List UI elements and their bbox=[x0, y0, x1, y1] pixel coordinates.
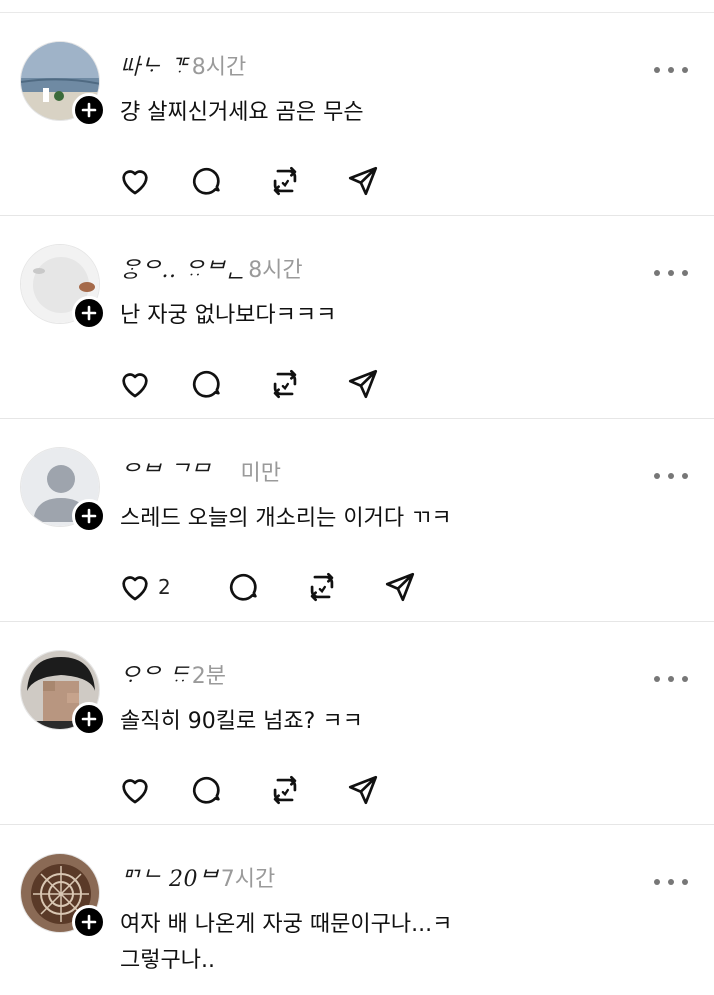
action-bar bbox=[118, 364, 424, 404]
more-options-icon[interactable] bbox=[654, 268, 688, 278]
avatar-container[interactable] bbox=[20, 650, 106, 736]
reply-post[interactable]: ᄋᆞᄋ ᄃᆢ 2분 솔직히 90킬로 넘죠? ㅋㅋ bbox=[0, 622, 714, 825]
post-text: 솔직히 90킬로 넘죠? ㅋㅋ bbox=[120, 709, 363, 734]
post-header: ᄆᄀᄂ 20ᄇ 7시간 bbox=[120, 861, 275, 895]
post-header: ᄋᆞᄋ ᄃᆢ 2분 bbox=[120, 658, 226, 692]
share-button[interactable] bbox=[346, 366, 380, 402]
avatar-container[interactable] bbox=[20, 244, 106, 330]
timestamp: 7시간 bbox=[220, 867, 276, 892]
send-icon bbox=[348, 369, 378, 399]
share-button[interactable] bbox=[346, 772, 380, 808]
plus-icon bbox=[81, 711, 97, 727]
heart-icon bbox=[122, 576, 148, 601]
like-button[interactable]: 2 bbox=[118, 569, 171, 605]
reply-button[interactable] bbox=[190, 772, 224, 808]
comment-bubble-icon bbox=[192, 167, 220, 195]
timestamp: 8시간 bbox=[248, 258, 303, 283]
repost-button[interactable] bbox=[305, 569, 339, 605]
send-icon bbox=[348, 166, 378, 196]
reply-post[interactable]: ᄋᄇ ᄀᄆ 미만 스레드 오늘의 개소리는 이거다 ㄲㅋ 2 bbox=[0, 419, 714, 622]
username[interactable]: ᄆᄀᄂ 20ᄇ bbox=[120, 861, 219, 893]
repost-button[interactable] bbox=[268, 366, 302, 402]
avatar-container[interactable] bbox=[20, 853, 106, 939]
repost-icon bbox=[310, 572, 333, 602]
heart-icon bbox=[122, 779, 148, 804]
post-text: 스레드 오늘의 개소리는 이거다 ㄲㅋ bbox=[120, 506, 452, 531]
more-options-icon[interactable] bbox=[654, 65, 688, 75]
avatar-container[interactable] bbox=[20, 447, 106, 533]
reply-button[interactable] bbox=[190, 366, 224, 402]
reply-button[interactable] bbox=[227, 569, 261, 605]
username[interactable]: ᄋᆞᆼᄋ.. ᄋᆢᄇᆫ bbox=[120, 252, 246, 284]
repost-icon bbox=[273, 166, 297, 196]
like-button[interactable] bbox=[118, 772, 148, 808]
more-options-icon[interactable] bbox=[654, 471, 688, 481]
post-header: ᄋᄇ ᄀᄆ 미만 bbox=[120, 455, 281, 489]
like-count: 2 bbox=[158, 575, 171, 599]
follow-add-button[interactable] bbox=[72, 296, 106, 330]
plus-icon bbox=[81, 508, 97, 524]
comment-bubble-icon bbox=[192, 370, 220, 398]
post-text: 걍 살찌신거세요 곰은 무슨 bbox=[120, 100, 364, 125]
action-bar: 2 bbox=[118, 567, 461, 607]
comment-bubble-icon bbox=[229, 573, 257, 601]
repost-button[interactable] bbox=[268, 163, 302, 199]
comment-bubble-icon bbox=[192, 776, 220, 804]
username[interactable]: ᄔᅡᄂᆞ ᄀᄃᆞ bbox=[120, 49, 190, 81]
send-icon bbox=[385, 572, 414, 602]
heart-icon bbox=[122, 373, 148, 398]
timestamp: 미만 bbox=[240, 461, 281, 486]
username[interactable]: ᄋᆞᄋ ᄃᆢ bbox=[120, 658, 190, 690]
follow-add-button[interactable] bbox=[72, 93, 106, 127]
threads-reply-feed: ᄔᅡᄂᆞ ᄀᄃᆞ 8시간 걍 살찌신거세요 곰은 무슨 ᄋᆞᆼᄋ.. ᄋᆢᄇᆫ … bbox=[0, 0, 714, 995]
post-header: ᄔᅡᄂᆞ ᄀᄃᆞ 8시간 bbox=[120, 49, 246, 83]
share-button[interactable] bbox=[346, 163, 380, 199]
more-options-icon[interactable] bbox=[654, 674, 688, 684]
plus-icon bbox=[81, 914, 97, 930]
action-bar bbox=[118, 770, 424, 810]
post-header: ᄋᆞᆼᄋ.. ᄋᆢᄇᆫ 8시간 bbox=[120, 252, 303, 286]
reply-button[interactable] bbox=[190, 163, 224, 199]
timestamp: 8시간 bbox=[191, 55, 247, 80]
reply-post[interactable]: ᄋᆞᆼᄋ.. ᄋᆢᄇᆫ 8시간 난 자궁 없나보다ㅋㅋㅋ bbox=[0, 216, 714, 419]
send-icon bbox=[348, 775, 378, 805]
repost-button[interactable] bbox=[268, 772, 302, 808]
reply-post[interactable]: ᄔᅡᄂᆞ ᄀᄃᆞ 8시간 걍 살찌신거세요 곰은 무슨 bbox=[0, 13, 714, 216]
follow-add-button[interactable] bbox=[72, 905, 106, 939]
plus-icon bbox=[81, 305, 97, 321]
more-options-icon[interactable] bbox=[654, 877, 688, 887]
heart-icon bbox=[122, 170, 148, 195]
follow-add-button[interactable] bbox=[72, 702, 106, 736]
avatar-container[interactable] bbox=[20, 41, 106, 127]
like-button[interactable] bbox=[118, 163, 148, 199]
timestamp: 2분 bbox=[191, 664, 226, 689]
username[interactable]: ᄋᄇ ᄀᄆ bbox=[120, 455, 210, 487]
like-button[interactable] bbox=[118, 366, 148, 402]
repost-icon bbox=[273, 369, 297, 399]
post-text: 여자 배 나온게 자궁 때문이구나...ㅋ 그렇구나.. bbox=[120, 912, 453, 973]
post-text: 난 자궁 없나보다ㅋㅋㅋ bbox=[120, 303, 337, 328]
repost-icon bbox=[273, 775, 297, 805]
reply-post[interactable]: ᄆᄀᄂ 20ᄇ 7시간 여자 배 나온게 자궁 때문이구나...ㅋ 그렇구나.. bbox=[0, 825, 714, 995]
action-bar bbox=[118, 161, 424, 201]
plus-icon bbox=[81, 102, 97, 118]
share-button[interactable] bbox=[383, 569, 417, 605]
follow-add-button[interactable] bbox=[72, 499, 106, 533]
